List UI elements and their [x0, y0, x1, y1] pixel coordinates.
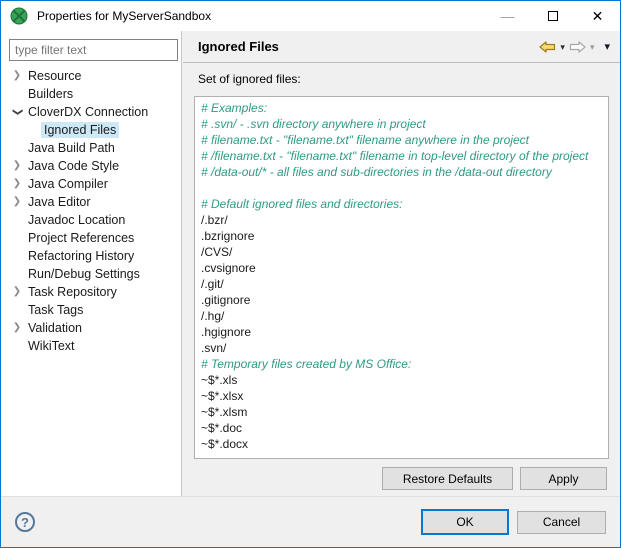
sidebar-item-project-references[interactable]: Project References: [1, 229, 180, 247]
chevron-right-icon[interactable]: ❯: [9, 319, 25, 337]
restore-defaults-button[interactable]: Restore Defaults: [382, 467, 513, 490]
editor-line-comment: # /data-out/* - all files and sub-direct…: [201, 164, 602, 180]
sidebar-item-refactoring-history[interactable]: Refactoring History: [1, 247, 180, 265]
close-button[interactable]: ✕: [575, 1, 620, 31]
sidebar-item-task-repository[interactable]: ❯Task Repository: [1, 283, 180, 301]
editor-line-entry: /CVS/: [201, 244, 602, 260]
sidebar-item-wikitext[interactable]: WikiText: [1, 337, 180, 355]
sidebar-item-label: Project References: [25, 230, 137, 246]
sidebar-item-label: Resource: [25, 68, 85, 84]
properties-tree: ❯ResourceBuilders❯CloverDX ConnectionIgn…: [1, 67, 180, 355]
title-bar: Properties for MyServerSandbox — ✕: [1, 1, 620, 31]
minimize-button[interactable]: —: [485, 1, 530, 31]
sidebar-item-java-compiler[interactable]: ❯Java Compiler: [1, 175, 180, 193]
editor-line-comment: # .svn/ - .svn directory anywhere in pro…: [201, 116, 602, 132]
sidebar-item-resource[interactable]: ❯Resource: [1, 67, 180, 85]
sidebar-item-label: Validation: [25, 320, 85, 336]
chevron-right-icon[interactable]: ❯: [9, 157, 25, 175]
sidebar-item-java-editor[interactable]: ❯Java Editor: [1, 193, 180, 211]
editor-line-comment: # Temporary files created by MS Office:: [201, 356, 602, 372]
editor-line-entry: /.bzr/: [201, 212, 602, 228]
sidebar-item-validation[interactable]: ❯Validation: [1, 319, 180, 337]
sidebar: ❯ResourceBuilders❯CloverDX ConnectionIgn…: [1, 31, 182, 496]
editor-line-entry: .svn/: [201, 340, 602, 356]
sidebar-item-label: Task Tags: [25, 302, 86, 318]
sidebar-item-label: Java Compiler: [25, 176, 111, 192]
page-header: Ignored Files ▾ ▾ ▾: [183, 31, 620, 63]
editor-line-entry: ~$*.xls: [201, 372, 602, 388]
history-toolbar: ▾ ▾ ▾: [539, 41, 610, 53]
editor-line-entry: ~$*.xlsm: [201, 404, 602, 420]
editor-line-entry: .cvsignore: [201, 260, 602, 276]
sidebar-item-label: Javadoc Location: [25, 212, 128, 228]
editor-line-entry: /.hg/: [201, 308, 602, 324]
editor-line-comment: # filename.txt - "filename.txt" filename…: [201, 132, 602, 148]
chevron-right-icon[interactable]: ❯: [9, 283, 25, 301]
sidebar-item-label: Ignored Files: [41, 122, 119, 138]
editor-line-blank: [201, 180, 602, 196]
sidebar-item-label: Run/Debug Settings: [25, 266, 143, 282]
footer: ? OK Cancel: [1, 497, 620, 547]
sidebar-item-label: Task Repository: [25, 284, 120, 300]
main-panel: Ignored Files ▾ ▾ ▾ Set of ignored files…: [183, 31, 620, 496]
chevron-right-icon[interactable]: ❯: [9, 67, 25, 85]
back-arrow-icon[interactable]: [539, 41, 556, 53]
sidebar-item-label: Builders: [25, 86, 76, 102]
maximize-icon: [548, 11, 558, 21]
sidebar-item-label: Java Build Path: [25, 140, 118, 156]
sidebar-item-task-tags[interactable]: Task Tags: [1, 301, 180, 319]
maximize-button[interactable]: [530, 1, 575, 31]
sidebar-item-cloverdx-connection[interactable]: ❯CloverDX Connection: [1, 103, 180, 121]
cancel-button[interactable]: Cancel: [517, 511, 606, 534]
view-menu-icon[interactable]: ▾: [604, 42, 610, 52]
editor-line-entry: ~$*.xlsx: [201, 388, 602, 404]
editor-line-comment: # Default ignored files and directories:: [201, 196, 602, 212]
sidebar-item-label: Java Editor: [25, 194, 94, 210]
forward-dropdown-icon: ▾: [590, 42, 595, 52]
filter-input[interactable]: [9, 39, 178, 61]
ok-button[interactable]: OK: [421, 509, 509, 535]
sidebar-item-java-code-style[interactable]: ❯Java Code Style: [1, 157, 180, 175]
panel-buttons: Restore Defaults Apply: [382, 467, 607, 490]
editor-line-entry: ~$*.doc: [201, 420, 602, 436]
chevron-right-icon[interactable]: ❯: [9, 175, 25, 193]
sidebar-item-ignored-files[interactable]: Ignored Files: [1, 121, 180, 139]
editor-line-entry: .gitignore: [201, 292, 602, 308]
forward-arrow-icon: [569, 41, 586, 53]
editor-line-entry: /.git/: [201, 276, 602, 292]
sidebar-item-java-build-path[interactable]: Java Build Path: [1, 139, 180, 157]
editor-line-entry: .bzrignore: [201, 228, 602, 244]
chevron-down-icon[interactable]: ❯: [8, 104, 26, 120]
editor-line-comment: # /filename.txt - "filename.txt" filenam…: [201, 148, 602, 164]
ignored-files-editor[interactable]: # Examples:# .svn/ - .svn directory anyw…: [194, 96, 609, 459]
sidebar-item-label: WikiText: [25, 338, 78, 354]
sidebar-item-label: CloverDX Connection: [25, 104, 151, 120]
sidebar-item-label: Java Code Style: [25, 158, 122, 174]
cloverdx-logo-icon: [10, 7, 28, 25]
sidebar-item-run-debug-settings[interactable]: Run/Debug Settings: [1, 265, 180, 283]
editor-label: Set of ignored files:: [198, 72, 301, 86]
sidebar-item-javadoc-location[interactable]: Javadoc Location: [1, 211, 180, 229]
sidebar-item-builders[interactable]: Builders: [1, 85, 180, 103]
chevron-right-icon[interactable]: ❯: [9, 193, 25, 211]
editor-line-comment: # Examples:: [201, 100, 602, 116]
footer-buttons: OK Cancel: [421, 509, 606, 535]
window-controls: — ✕: [485, 1, 620, 31]
apply-button[interactable]: Apply: [520, 467, 607, 490]
properties-dialog: Properties for MyServerSandbox — ✕ ❯Reso…: [0, 0, 621, 548]
editor-line-entry: ~$*.docx: [201, 436, 602, 452]
page-title: Ignored Files: [198, 39, 279, 54]
help-icon[interactable]: ?: [15, 512, 35, 532]
sidebar-item-label: Refactoring History: [25, 248, 137, 264]
window-title: Properties for MyServerSandbox: [37, 9, 211, 23]
back-dropdown-icon[interactable]: ▾: [560, 42, 565, 52]
editor-line-entry: .hgignore: [201, 324, 602, 340]
